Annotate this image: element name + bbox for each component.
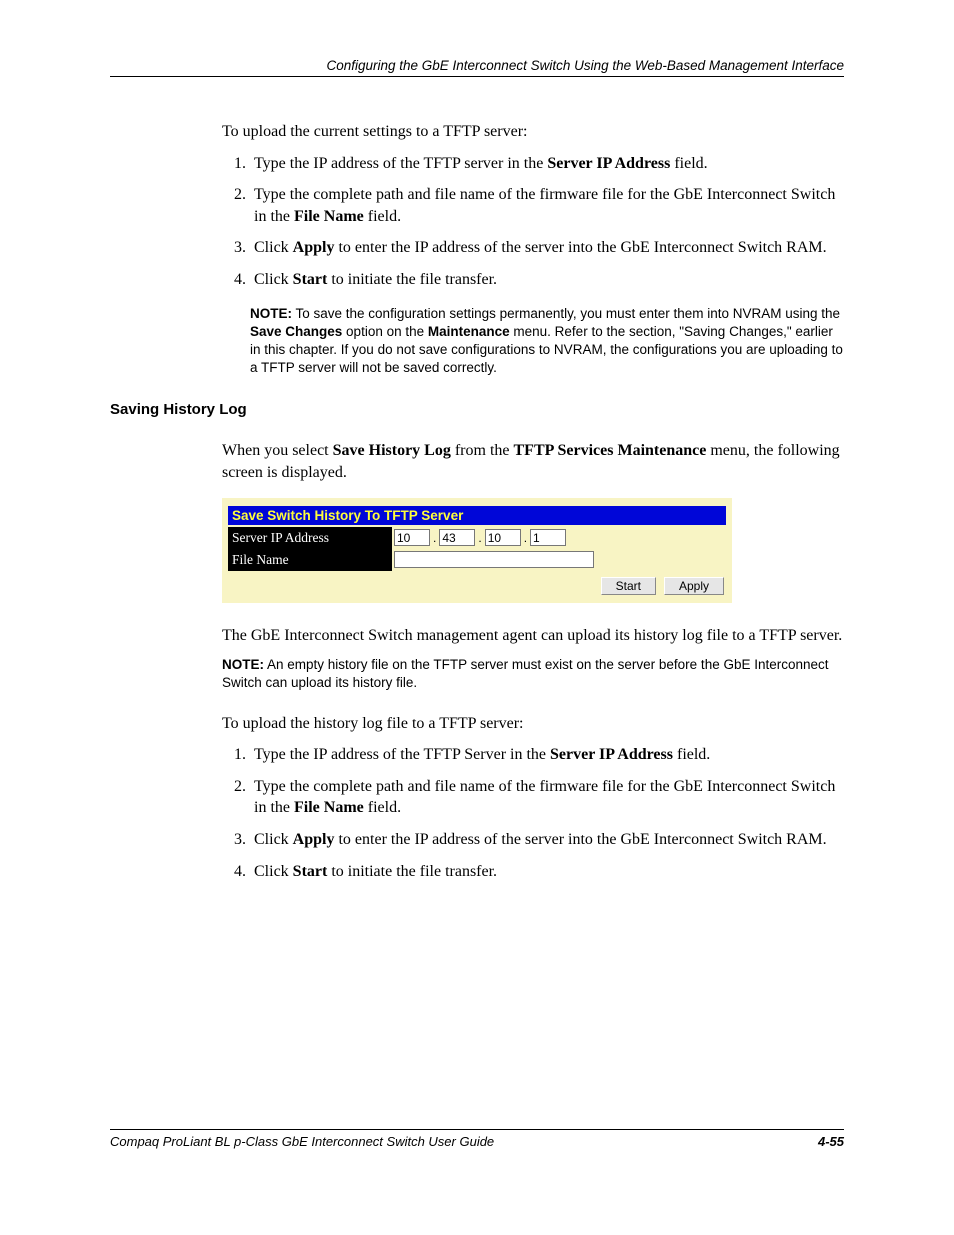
steps-list-a: Type the IP address of the TFTP server i… [222,153,844,291]
step-item: Type the complete path and file name of … [250,776,844,819]
step-text: field. [364,208,401,225]
step-item: Type the IP address of the TFTP Server i… [250,744,844,766]
steps-list-b: Type the IP address of the TFTP Server i… [222,744,844,882]
step-text: to enter the IP address of the server in… [334,831,826,848]
step-text: to initiate the file transfer. [327,863,497,880]
para-text: from the [451,442,514,459]
note-block: NOTE: To save the configuration settings… [250,305,844,378]
paragraph: To upload the history log file to a TFTP… [222,713,844,735]
step-text: Click [254,831,293,848]
step-item: Click Start to initiate the file transfe… [250,269,844,291]
step-bold: Start [293,271,328,288]
step-text: Type the IP address of the TFTP server i… [254,155,547,172]
note-text: option on the [342,324,428,339]
file-name-label: File Name [228,549,392,571]
running-header: Configuring the GbE Interconnect Switch … [110,58,844,77]
para-bold: Save History Log [333,442,451,459]
note-text: To save the configuration settings perma… [292,306,840,321]
intro-paragraph: To upload the current settings to a TFTP… [222,121,844,143]
panel-row-ip: Server IP Address . . . [228,527,726,549]
tftp-panel: Save Switch History To TFTP Server Serve… [222,498,732,603]
step-text: Click [254,271,293,288]
server-ip-label: Server IP Address [228,527,392,549]
file-name-input[interactable] [394,551,594,568]
step-bold: Server IP Address [547,155,670,172]
step-text: to initiate the file transfer. [327,271,497,288]
note-bold: Save Changes [250,324,342,339]
step-text: Type the IP address of the TFTP Server i… [254,746,550,763]
step-item: Click Start to initiate the file transfe… [250,861,844,883]
para-bold: TFTP Services Maintenance [514,442,707,459]
note-block: NOTE: An empty history file on the TFTP … [222,656,844,692]
step-item: Type the complete path and file name of … [250,184,844,227]
ip-octet-3[interactable] [485,529,521,546]
step-bold: Apply [293,239,335,256]
step-bold: File Name [294,799,364,816]
note-label: NOTE: [250,306,292,321]
step-item: Click Apply to enter the IP address of t… [250,237,844,259]
step-text: field. [673,746,710,763]
ip-octet-4[interactable] [530,529,566,546]
step-text: field. [364,799,401,816]
ip-fields: . . . [392,529,726,546]
step-bold: File Name [294,208,364,225]
paragraph: The GbE Interconnect Switch management a… [222,625,844,647]
step-item: Click Apply to enter the IP address of t… [250,829,844,851]
section-heading: Saving History Log [110,401,844,418]
note-label: NOTE: [222,657,264,672]
ip-dot: . [475,531,484,545]
step-text: Click [254,239,293,256]
note-text: An empty history file on the TFTP server… [222,657,829,690]
ip-octet-2[interactable] [439,529,475,546]
step-text: to enter the IP address of the server in… [334,239,826,256]
ip-dot: . [430,531,439,545]
file-name-field-wrap [392,551,726,568]
note-bold: Maintenance [428,324,510,339]
ip-octet-1[interactable] [394,529,430,546]
step-item: Type the IP address of the TFTP server i… [250,153,844,175]
step-text: Click [254,863,293,880]
page-number: 4-55 [818,1134,844,1149]
step-bold: Apply [293,831,335,848]
start-button[interactable]: Start [601,577,656,595]
apply-button[interactable]: Apply [664,577,724,595]
step-bold: Server IP Address [550,746,673,763]
panel-title: Save Switch History To TFTP Server [228,506,726,525]
paragraph: When you select Save History Log from th… [222,440,844,483]
ip-dot: . [521,531,530,545]
page-footer: Compaq ProLiant BL p-Class GbE Interconn… [110,1129,844,1149]
footer-title: Compaq ProLiant BL p-Class GbE Interconn… [110,1134,494,1149]
step-bold: Start [293,863,328,880]
step-text: field. [670,155,707,172]
para-text: When you select [222,442,333,459]
panel-row-filename: File Name [228,549,726,571]
panel-buttons: Start Apply [228,571,726,595]
